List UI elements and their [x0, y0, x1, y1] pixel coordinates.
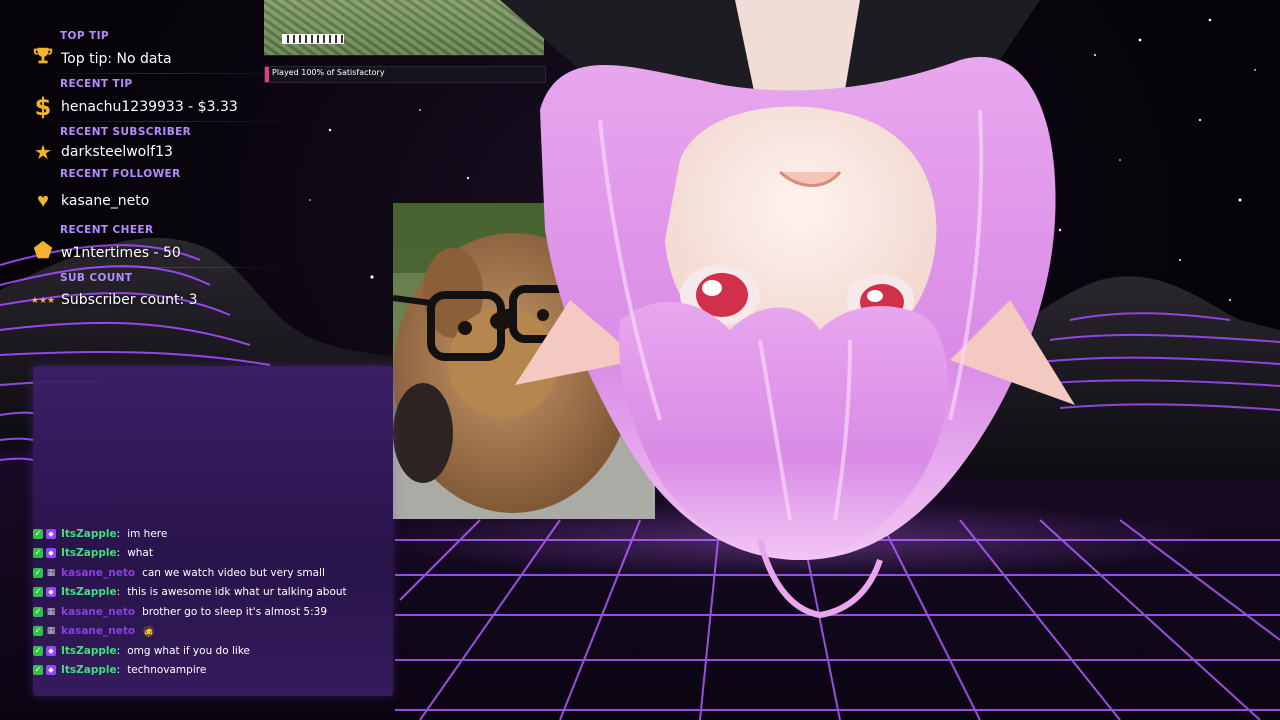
chat-colon: : — [116, 586, 121, 599]
check-badge-icon: ✓ — [33, 567, 43, 578]
gift-badge-icon: ▦ — [46, 626, 56, 637]
chat-text: this is awesome idk what ur talking abou… — [127, 586, 347, 599]
progress-label: Played 100% of Satisfactory — [272, 68, 385, 77]
check-badge-icon: ✓ — [33, 587, 43, 598]
stars-icon: ★★★ — [30, 294, 56, 305]
progress-fill — [265, 67, 269, 82]
chat-emote: 🧔 — [142, 625, 156, 638]
chat-username[interactable]: kasane_neto — [61, 625, 135, 637]
stream-overlay: TOP TIP Top tip: No data RECENT TIP $ he… — [0, 0, 1280, 720]
recent-tip-heading: RECENT TIP — [60, 78, 133, 90]
recent-tip-value: henachu1239933 - $3.33 — [61, 99, 238, 115]
chat-message: ✓ ▦ kasane_neto brother go to sleep it's… — [33, 602, 393, 622]
check-badge-icon: ✓ — [33, 645, 43, 656]
gift-badge-icon: ▦ — [46, 567, 56, 578]
top-tip-widget: TOP TIP Top tip: No data — [28, 28, 298, 74]
chat-text: what — [127, 547, 153, 560]
chat-colon: : — [116, 527, 121, 540]
recent-cheer-heading: RECENT CHEER — [60, 224, 154, 236]
chat-colon: : — [116, 547, 121, 560]
trophy-icon — [28, 45, 58, 73]
recent-subscriber-widget: RECENT SUBSCRIBER ★ darksteelwolf13 — [28, 124, 298, 164]
recent-follower-value: kasane_neto — [61, 193, 150, 209]
recent-tip-widget: RECENT TIP $ henachu1239933 - $3.33 — [28, 76, 298, 122]
chat-text: im here — [127, 527, 168, 540]
chat-username[interactable]: kasane_neto — [61, 606, 135, 618]
chat-username[interactable]: ItsZapple — [61, 528, 117, 540]
chat-username[interactable]: ItsZapple — [61, 645, 117, 657]
recent-cheer-widget: RECENT CHEER w1ntertimes - 50 — [28, 222, 298, 268]
game-hud-bar — [282, 34, 344, 44]
divider — [28, 121, 298, 122]
gift-badge-icon: ▦ — [46, 606, 56, 617]
chat-message: ✓ ◆ ItsZapple: im here — [33, 524, 393, 544]
star-icon: ★ — [34, 141, 52, 164]
chat-username[interactable]: ItsZapple — [61, 547, 117, 559]
sub-badge-icon: ◆ — [46, 587, 56, 598]
sub-count-value: Subscriber count: 3 — [61, 292, 198, 308]
dollar-icon: $ — [34, 93, 52, 121]
top-tip-value: Top tip: No data — [61, 51, 172, 67]
game-screenshot — [264, 0, 544, 56]
check-badge-icon: ✓ — [33, 548, 43, 559]
chat-box: ✓ ◆ ItsZapple: im here ✓ ◆ ItsZapple: wh… — [33, 366, 393, 696]
chat-text: brother go to sleep it's almost 5:39 — [142, 605, 328, 618]
recent-follower-heading: RECENT FOLLOWER — [60, 168, 181, 180]
sub-count-heading: SUB COUNT — [60, 272, 133, 284]
sub-badge-icon: ◆ — [46, 548, 56, 559]
chat-message: ✓ ◆ ItsZapple: this is awesome idk what … — [33, 583, 393, 603]
check-badge-icon: ✓ — [33, 626, 43, 637]
chat-text: omg what if you do like — [127, 644, 250, 657]
recent-subscriber-value: darksteelwolf13 — [61, 144, 173, 160]
heart-icon: ♥ — [37, 189, 49, 212]
chat-message: ✓ ◆ ItsZapple: what — [33, 544, 393, 564]
chat-message: ✓ ◆ ItsZapple: technovampire — [33, 661, 393, 681]
top-tip-heading: TOP TIP — [60, 30, 110, 42]
chat-message: ✓ ◆ ItsZapple: omg what if you do like — [33, 641, 393, 661]
chat-username[interactable]: ItsZapple — [61, 664, 117, 676]
recent-subscriber-heading: RECENT SUBSCRIBER — [60, 126, 192, 138]
divider — [28, 73, 298, 74]
sub-badge-icon: ◆ — [46, 528, 56, 539]
pentagon-gem-icon — [28, 239, 58, 267]
chat-text: can we watch video but very small — [142, 566, 325, 579]
chat-username[interactable]: ItsZapple — [61, 586, 117, 598]
chat-username[interactable]: kasane_neto — [61, 567, 135, 579]
chat-message: ✓ ▦ kasane_neto can we watch video but v… — [33, 563, 393, 583]
sub-badge-icon: ◆ — [46, 665, 56, 676]
chat-colon: : — [116, 644, 121, 657]
game-progress-bar: Played 100% of Satisfactory — [264, 66, 546, 83]
chat-text: technovampire — [127, 664, 207, 677]
stream-info-panel: TOP TIP Top tip: No data RECENT TIP $ he… — [28, 28, 298, 316]
divider — [28, 267, 298, 268]
chat-message-list: ✓ ◆ ItsZapple: im here ✓ ◆ ItsZapple: wh… — [33, 524, 393, 680]
recent-follower-widget: RECENT FOLLOWER ♥ kasane_neto — [28, 166, 298, 220]
sub-count-widget: SUB COUNT ★★★ Subscriber count: 3 — [28, 270, 298, 314]
check-badge-icon: ✓ — [33, 606, 43, 617]
recent-cheer-value: w1ntertimes - 50 — [61, 245, 181, 261]
dog-with-glasses-image — [393, 203, 655, 519]
check-badge-icon: ✓ — [33, 528, 43, 539]
check-badge-icon: ✓ — [33, 665, 43, 676]
chat-colon: : — [116, 664, 121, 677]
chat-message: ✓ ▦ kasane_neto 🧔 — [33, 622, 393, 642]
sub-badge-icon: ◆ — [46, 645, 56, 656]
